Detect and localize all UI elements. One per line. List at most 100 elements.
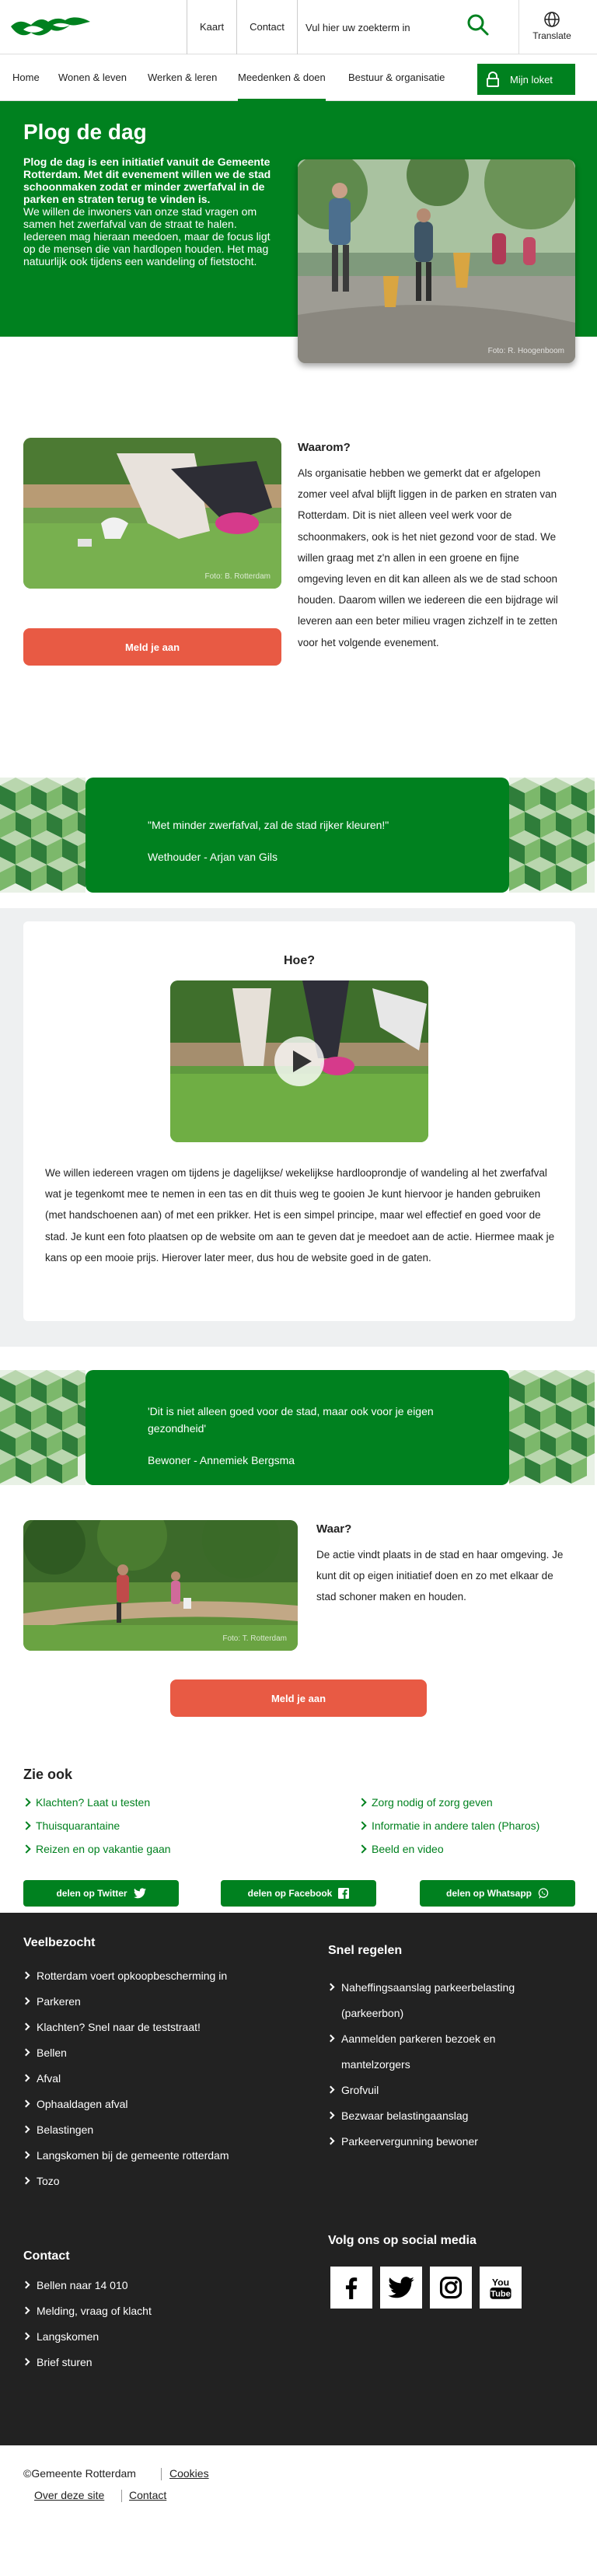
footer-link[interactable]: Klachten? Snel naar de teststraat!: [22, 2019, 201, 2036]
photo-credit: Foto: B. Rotterdam: [204, 572, 271, 581]
play-button[interactable]: [274, 1036, 324, 1086]
footer-link[interactable]: Parkeren: [22, 1993, 81, 2010]
chevron-right-icon: [22, 1821, 31, 1830]
youtube-link[interactable]: You Tube: [480, 2267, 522, 2309]
hero-photo: Foto: R. Hoogenboom: [298, 159, 575, 363]
chevron-right-icon: [22, 2306, 30, 2315]
facebook-icon: [345, 2277, 358, 2299]
cookies-link[interactable]: Cookies: [169, 2467, 209, 2480]
related-link[interactable]: Reizen en op vakantie gaan: [22, 1843, 171, 1855]
nav-home[interactable]: Home: [12, 54, 40, 101]
search-bar: [298, 0, 519, 54]
related-link[interactable]: Klachten? Laat u testen: [22, 1796, 150, 1809]
share-whatsapp-button[interactable]: delen op Whatsapp: [420, 1880, 575, 1907]
chevron-right-icon: [326, 2085, 335, 2094]
chevron-right-icon: [22, 2074, 30, 2082]
footer-link-label: Bellen naar 14 010: [37, 2279, 128, 2291]
footer-link-label: Bezwaar belastingaanslag: [341, 2109, 469, 2122]
quote-text: 'Dit is niet alleen goed voor de stad, m…: [148, 1405, 434, 1435]
footer-link[interactable]: Tozo: [22, 2172, 60, 2190]
bottom-bar: ©Gemeente Rotterdam Cookies Over deze si…: [0, 2445, 597, 2518]
top-header: Kaart Contact Translate: [0, 0, 597, 54]
nav-meedenken-doen[interactable]: Meedenken & doen: [238, 54, 326, 101]
social-heading: Volg ons op social media: [328, 2234, 477, 2247]
instagram-link[interactable]: [430, 2267, 472, 2309]
share-twitter-button[interactable]: delen op Twitter: [23, 1880, 179, 1907]
chevron-right-icon: [22, 2332, 30, 2340]
waar-heading: Waar?: [316, 1522, 352, 1536]
footer-link-label: Klachten? Snel naar de teststraat!: [37, 2021, 201, 2033]
hero-intro-text: We willen de inwoners van onze stad vrag…: [23, 205, 271, 267]
footer-link[interactable]: Melding, vraag of klacht: [22, 2302, 152, 2319]
footer-link[interactable]: Aanmelden parkeren bezoek en mantelzorge…: [326, 2026, 546, 2078]
footer-link[interactable]: Brief sturen: [22, 2354, 93, 2371]
zie-ook-section: Zie ook Klachten? Laat u testen Thuisqua…: [0, 1757, 597, 1913]
share-whatsapp-label: delen op Whatsapp: [445, 1888, 532, 1899]
over-deze-site-link[interactable]: Over deze site: [34, 2489, 104, 2501]
site-footer: Veelbezocht Rotterdam voert opkoopbesche…: [0, 1913, 597, 2445]
waarom-section: Foto: B. Rotterdam Meld je aan Waarom? A…: [0, 337, 597, 778]
translate-label: Translate: [532, 30, 571, 41]
footer-link[interactable]: Naheffingsaanslag parkeerbelasting (park…: [326, 1975, 561, 2026]
related-link[interactable]: Zorg nodig of zorg geven: [358, 1796, 493, 1809]
footer-link-label: Tozo: [37, 2175, 60, 2187]
footer-link-label: Brief sturen: [37, 2356, 93, 2368]
footer-link[interactable]: Bellen naar 14 010: [22, 2277, 128, 2294]
footer-link[interactable]: Afval: [22, 2070, 61, 2087]
related-link[interactable]: Beeld en video: [358, 1843, 444, 1855]
footer-link[interactable]: Belastingen: [22, 2121, 93, 2138]
translate-button[interactable]: Translate: [529, 11, 575, 41]
footer-link[interactable]: Bellen: [22, 2044, 67, 2061]
related-link[interactable]: Thuisquarantaine: [22, 1819, 120, 1832]
related-link-label: Thuisquarantaine: [36, 1819, 120, 1832]
footer-link-label: Parkeervergunning bewoner: [341, 2135, 478, 2148]
footer-link[interactable]: Langskomen bij de gemeente rotterdam: [22, 2147, 229, 2164]
lock-icon: [487, 72, 499, 87]
footer-link[interactable]: Langskomen: [22, 2328, 99, 2345]
snel-regelen-heading: Snel regelen: [328, 1944, 403, 1957]
nav-werken-leren[interactable]: Werken & leren: [148, 54, 217, 101]
twitter-icon: [133, 1888, 146, 1899]
chevron-right-icon: [358, 1798, 367, 1807]
share-facebook-label: delen op Facebook: [247, 1888, 333, 1899]
contact-link[interactable]: Contact: [237, 0, 298, 54]
meld-je-aan-button[interactable]: Meld je aan: [23, 628, 281, 666]
footer-link-label: Afval: [37, 2072, 61, 2085]
search-icon[interactable]: [466, 12, 491, 37]
hoe-section: Hoe? We willen iedereen vragen om tijden…: [0, 908, 597, 1347]
divider: [161, 2468, 162, 2480]
kaart-link[interactable]: Kaart: [187, 0, 238, 54]
footer-link[interactable]: Bezwaar belastingaanslag: [326, 2103, 469, 2129]
waarom-heading: Waarom?: [298, 441, 351, 454]
rotterdam-logo-icon[interactable]: [8, 12, 93, 44]
nav-wonen-leven[interactable]: Wonen & leven: [58, 54, 127, 101]
facebook-icon: [338, 1888, 350, 1899]
twitter-link[interactable]: [380, 2267, 422, 2309]
footer-link[interactable]: Grofvuil: [326, 2078, 379, 2103]
copyright: ©Gemeente Rotterdam: [23, 2467, 136, 2480]
hero-intro-bold: Plog de dag is een initiatief vanuit de …: [23, 156, 271, 205]
hoe-heading: Hoe?: [284, 954, 315, 967]
quote-author: Bewoner - Annemiek Bergsma: [148, 1454, 295, 1466]
share-facebook-button[interactable]: delen op Facebook: [221, 1880, 376, 1907]
meld-je-aan-button-2[interactable]: Meld je aan: [170, 1679, 427, 1717]
mijn-loket-label: Mijn loket: [510, 73, 553, 86]
search-input[interactable]: [305, 21, 461, 33]
footer-link[interactable]: Rotterdam voert opkoopbescherming in: [22, 1967, 227, 1984]
facebook-link[interactable]: [330, 2267, 372, 2309]
main-nav: Home Wonen & leven Werken & leren Meeden…: [0, 54, 597, 101]
footer-link[interactable]: Parkeervergunning bewoner: [326, 2129, 478, 2155]
related-link[interactable]: Informatie in andere talen (Pharos): [358, 1819, 539, 1832]
chevron-right-icon: [326, 2111, 335, 2120]
quote-section-2: 'Dit is niet alleen goed voor de stad, m…: [0, 1370, 597, 1485]
footer-link[interactable]: Ophaaldagen afval: [22, 2095, 128, 2113]
mijn-loket-button[interactable]: Mijn loket: [477, 64, 575, 95]
contact-link-bottom[interactable]: Contact: [129, 2489, 166, 2501]
nav-bestuur-organisatie[interactable]: Bestuur & organisatie: [348, 54, 445, 101]
hero-section: Plog de dag Plog de dag is een initiatie…: [0, 101, 597, 363]
hoe-card: Hoe? We willen iedereen vragen om tijden…: [23, 921, 575, 1321]
video-player[interactable]: [170, 980, 428, 1142]
hero-intro: Plog de dag is een initiatief vanuit de …: [23, 156, 272, 267]
